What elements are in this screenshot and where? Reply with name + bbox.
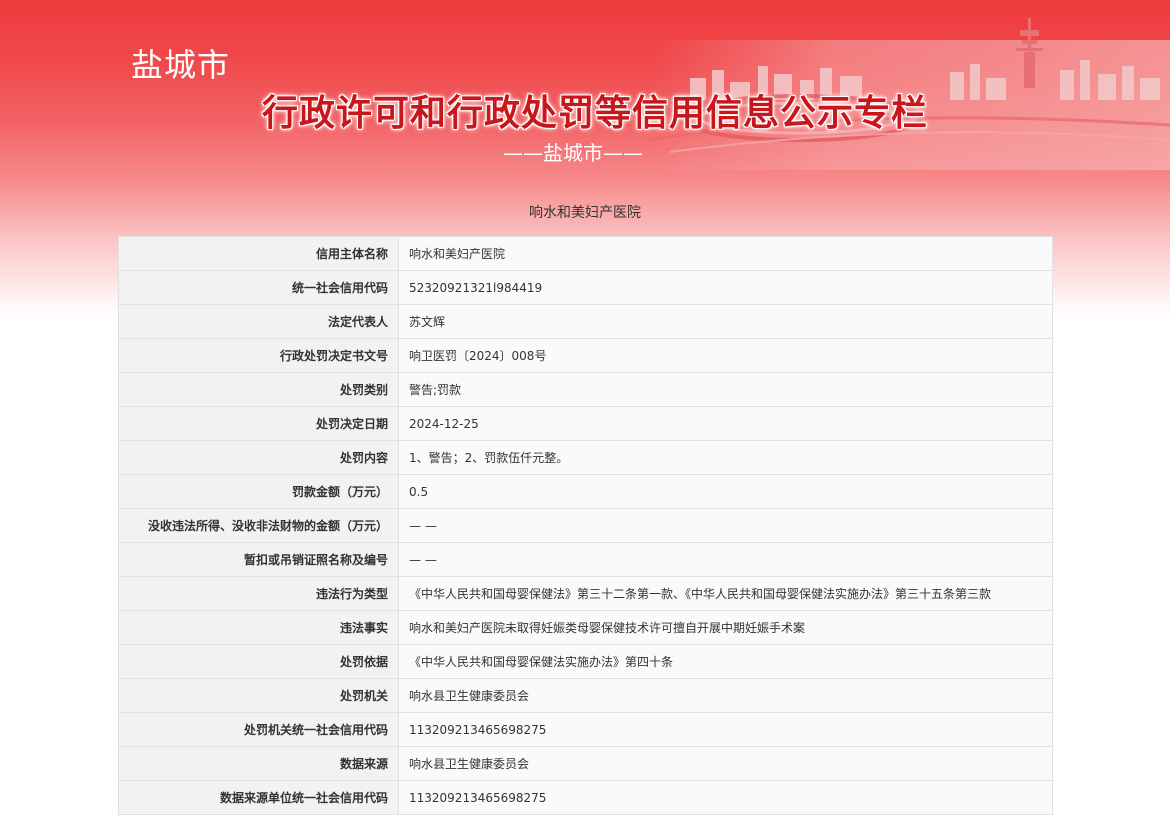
row-value: 响水县卫生健康委员会: [398, 746, 1053, 781]
table-row: 统一社会信用代码 52320921321l984419: [118, 270, 1053, 305]
row-value: 52320921321l984419: [398, 270, 1053, 305]
table-row: 信用主体名称 响水和美妇产医院: [118, 236, 1053, 271]
row-label: 信用主体名称: [118, 236, 399, 271]
row-label: 处罚机关: [118, 678, 399, 713]
row-label: 违法行为类型: [118, 576, 399, 611]
table-row: 处罚类别 警告;罚款: [118, 372, 1053, 407]
row-label: 没收违法所得、没收非法财物的金额（万元）: [118, 508, 399, 543]
table-row: 处罚机关 响水县卫生健康委员会: [118, 678, 1053, 713]
row-label: 统一社会信用代码: [118, 270, 399, 305]
table-row: 数据来源 响水县卫生健康委员会: [118, 746, 1053, 781]
row-value: 响卫医罚〔2024〕008号: [398, 338, 1053, 373]
table-row: 违法行为类型 《中华人民共和国母婴保健法》第三十二条第一款、《中华人民共和国母婴…: [118, 576, 1053, 611]
row-label: 行政处罚决定书文号: [118, 338, 399, 373]
table-row: 法定代表人 苏文辉: [118, 304, 1053, 339]
row-label: 违法事实: [118, 610, 399, 645]
row-label: 暂扣或吊销证照名称及编号: [118, 542, 399, 577]
row-value: 113209213465698275: [398, 712, 1053, 747]
row-label: 罚款金额（万元）: [118, 474, 399, 509]
table-row: 罚款金额（万元） 0.5: [118, 474, 1053, 509]
row-label: 处罚类别: [118, 372, 399, 407]
table-row: 行政处罚决定书文号 响卫医罚〔2024〕008号: [118, 338, 1053, 373]
page-subtitle: ——盐城市——: [503, 141, 643, 165]
row-value: 警告;罚款: [398, 372, 1053, 407]
row-value: 苏文辉: [398, 304, 1053, 339]
page-title: 行政许可和行政处罚等信用信息公示专栏: [262, 93, 929, 134]
table-row: 没收违法所得、没收非法财物的金额（万元） — —: [118, 508, 1053, 543]
row-value: 响水县卫生健康委员会: [398, 678, 1053, 713]
row-value: 响水和美妇产医院: [398, 236, 1053, 271]
row-label: 处罚依据: [118, 644, 399, 679]
table-row: 数据来源单位统一社会信用代码 113209213465698275: [118, 780, 1053, 815]
table-row: 处罚依据 《中华人民共和国母婴保健法实施办法》第四十条: [118, 644, 1053, 679]
entity-name-heading: 响水和美妇产医院: [529, 205, 641, 221]
row-value: 《中华人民共和国母婴保健法实施办法》第四十条: [398, 644, 1053, 679]
row-value: 1、警告；2、罚款伍仟元整。: [398, 440, 1053, 475]
row-value: 《中华人民共和国母婴保健法》第三十二条第一款、《中华人民共和国母婴保健法实施办法…: [398, 576, 1053, 611]
table-row: 处罚机关统一社会信用代码 113209213465698275: [118, 712, 1053, 747]
table-row: 处罚内容 1、警告；2、罚款伍仟元整。: [118, 440, 1053, 475]
table-row: 违法事实 响水和美妇产医院未取得妊娠类母婴保健技术许可擅自开展中期妊娠手术案: [118, 610, 1053, 645]
row-label: 数据来源: [118, 746, 399, 781]
city-label: 盐城市: [131, 46, 231, 84]
row-value: 响水和美妇产医院未取得妊娠类母婴保健技术许可擅自开展中期妊娠手术案: [398, 610, 1053, 645]
row-label: 法定代表人: [118, 304, 399, 339]
row-value: — —: [398, 542, 1053, 577]
row-label: 处罚内容: [118, 440, 399, 475]
row-label: 处罚机关统一社会信用代码: [118, 712, 399, 747]
table-row: 暂扣或吊销证照名称及编号 — —: [118, 542, 1053, 577]
row-value: 0.5: [398, 474, 1053, 509]
row-value: 113209213465698275: [398, 780, 1053, 815]
row-value: — —: [398, 508, 1053, 543]
table-row: 处罚决定日期 2024-12-25: [118, 406, 1053, 441]
row-label: 处罚决定日期: [118, 406, 399, 441]
row-value: 2024-12-25: [398, 406, 1053, 441]
credit-info-table: 信用主体名称 响水和美妇产医院 统一社会信用代码 52320921321l984…: [118, 236, 1053, 815]
row-label: 数据来源单位统一社会信用代码: [118, 780, 399, 815]
